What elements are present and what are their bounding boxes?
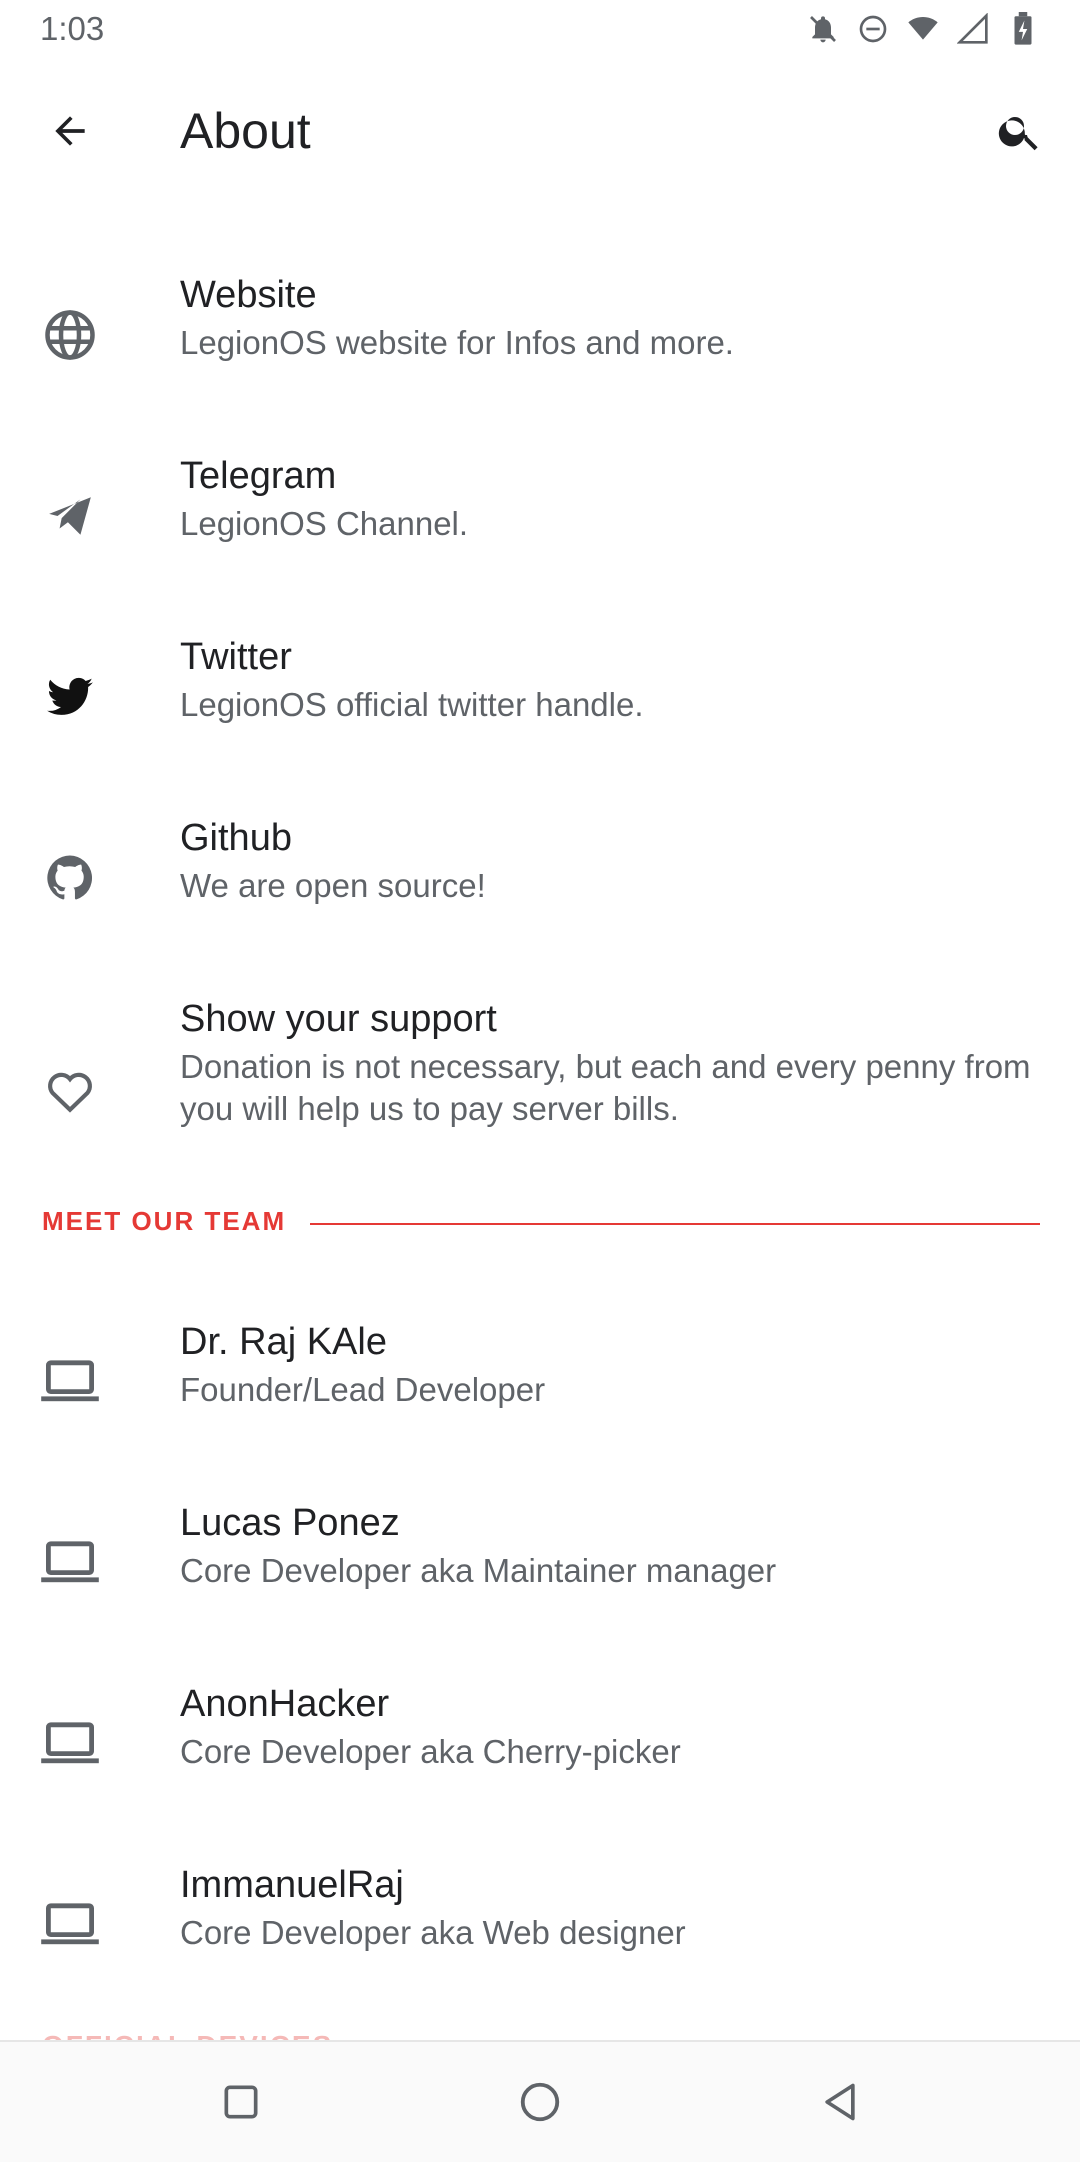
back-icon bbox=[825, 2083, 855, 2121]
list-item-github[interactable]: Github We are open source! bbox=[0, 803, 1080, 953]
home-button[interactable] bbox=[495, 2064, 585, 2140]
signal-icon bbox=[954, 10, 992, 48]
item-subtitle: Core Developer aka Maintainer manager bbox=[180, 1552, 777, 1589]
item-title: Lucas Ponez bbox=[180, 1502, 400, 1544]
list-item-telegram[interactable]: Telegram LegionOS Channel. bbox=[0, 441, 1080, 591]
search-icon bbox=[998, 117, 1038, 151]
navigation-bar bbox=[0, 2040, 1080, 2162]
search-button[interactable] bbox=[980, 98, 1060, 164]
section-divider bbox=[310, 1223, 1040, 1225]
item-title: AnonHacker bbox=[180, 1683, 390, 1725]
item-title: ImmanuelRaj bbox=[180, 1864, 404, 1906]
item-subtitle: LegionOS website for Infos and more. bbox=[180, 324, 734, 361]
item-subtitle: Founder/Lead Developer bbox=[180, 1371, 546, 1408]
page-title: About bbox=[180, 103, 311, 159]
item-title: Twitter bbox=[180, 636, 292, 678]
twitter-icon bbox=[40, 667, 100, 727]
item-title: Dr. Raj KAle bbox=[180, 1321, 387, 1363]
list-item-team-member[interactable]: ImmanuelRaj Core Developer aka Web desig… bbox=[0, 1850, 1080, 2000]
section-header-team: MEET OUR TEAM bbox=[0, 1194, 1080, 1254]
status-time: 1:03 bbox=[40, 10, 105, 47]
item-title: Telegram bbox=[180, 455, 337, 497]
heart-icon bbox=[40, 1061, 100, 1121]
recents-icon bbox=[224, 2085, 258, 2119]
item-subtitle: Core Developer aka Cherry-picker bbox=[180, 1733, 681, 1770]
github-icon bbox=[40, 848, 100, 908]
telegram-icon bbox=[40, 486, 100, 546]
list-item-team-member[interactable]: Lucas Ponez Core Developer aka Maintaine… bbox=[0, 1488, 1080, 1638]
item-subtitle: Core Developer aka Web designer bbox=[180, 1914, 686, 1951]
recents-button[interactable] bbox=[196, 2064, 286, 2140]
list-item-support[interactable]: Show your support Donation is not necess… bbox=[0, 984, 1080, 1144]
laptop-icon bbox=[40, 1533, 100, 1593]
section-label: MEET OUR TEAM bbox=[42, 1206, 287, 1236]
item-subtitle: LegionOS official twitter handle. bbox=[180, 686, 644, 723]
nav-back-button[interactable] bbox=[795, 2064, 885, 2140]
item-subtitle: We are open source! bbox=[180, 867, 486, 904]
status-icons bbox=[804, 10, 1042, 48]
back-button[interactable] bbox=[30, 98, 110, 164]
battery-charging-icon bbox=[1004, 10, 1042, 48]
item-subtitle: Donation is not necessary, but each and … bbox=[180, 1048, 1031, 1127]
do-not-disturb-icon bbox=[854, 10, 892, 48]
list-item-website[interactable]: Website LegionOS website for Infos and m… bbox=[0, 260, 1080, 410]
list-item-twitter[interactable]: Twitter LegionOS official twitter handle… bbox=[0, 622, 1080, 772]
app-bar: About bbox=[0, 70, 1080, 192]
item-title: Website bbox=[180, 274, 317, 316]
item-subtitle: LegionOS Channel. bbox=[180, 505, 469, 542]
list-item-team-member[interactable]: AnonHacker Core Developer aka Cherry-pic… bbox=[0, 1669, 1080, 1819]
globe-icon bbox=[40, 305, 100, 365]
item-title: Github bbox=[180, 817, 292, 859]
laptop-icon bbox=[40, 1895, 100, 1955]
list-item-team-member[interactable]: Dr. Raj KAle Founder/Lead Developer bbox=[0, 1307, 1080, 1457]
laptop-icon bbox=[40, 1714, 100, 1774]
wifi-icon bbox=[904, 10, 942, 48]
laptop-icon bbox=[40, 1352, 100, 1412]
item-title: Show your support bbox=[180, 998, 497, 1040]
arrow-back-icon bbox=[55, 116, 85, 146]
status-bar: 1:03 bbox=[0, 0, 1080, 60]
home-icon bbox=[520, 2082, 560, 2122]
notifications-off-icon bbox=[804, 10, 842, 48]
